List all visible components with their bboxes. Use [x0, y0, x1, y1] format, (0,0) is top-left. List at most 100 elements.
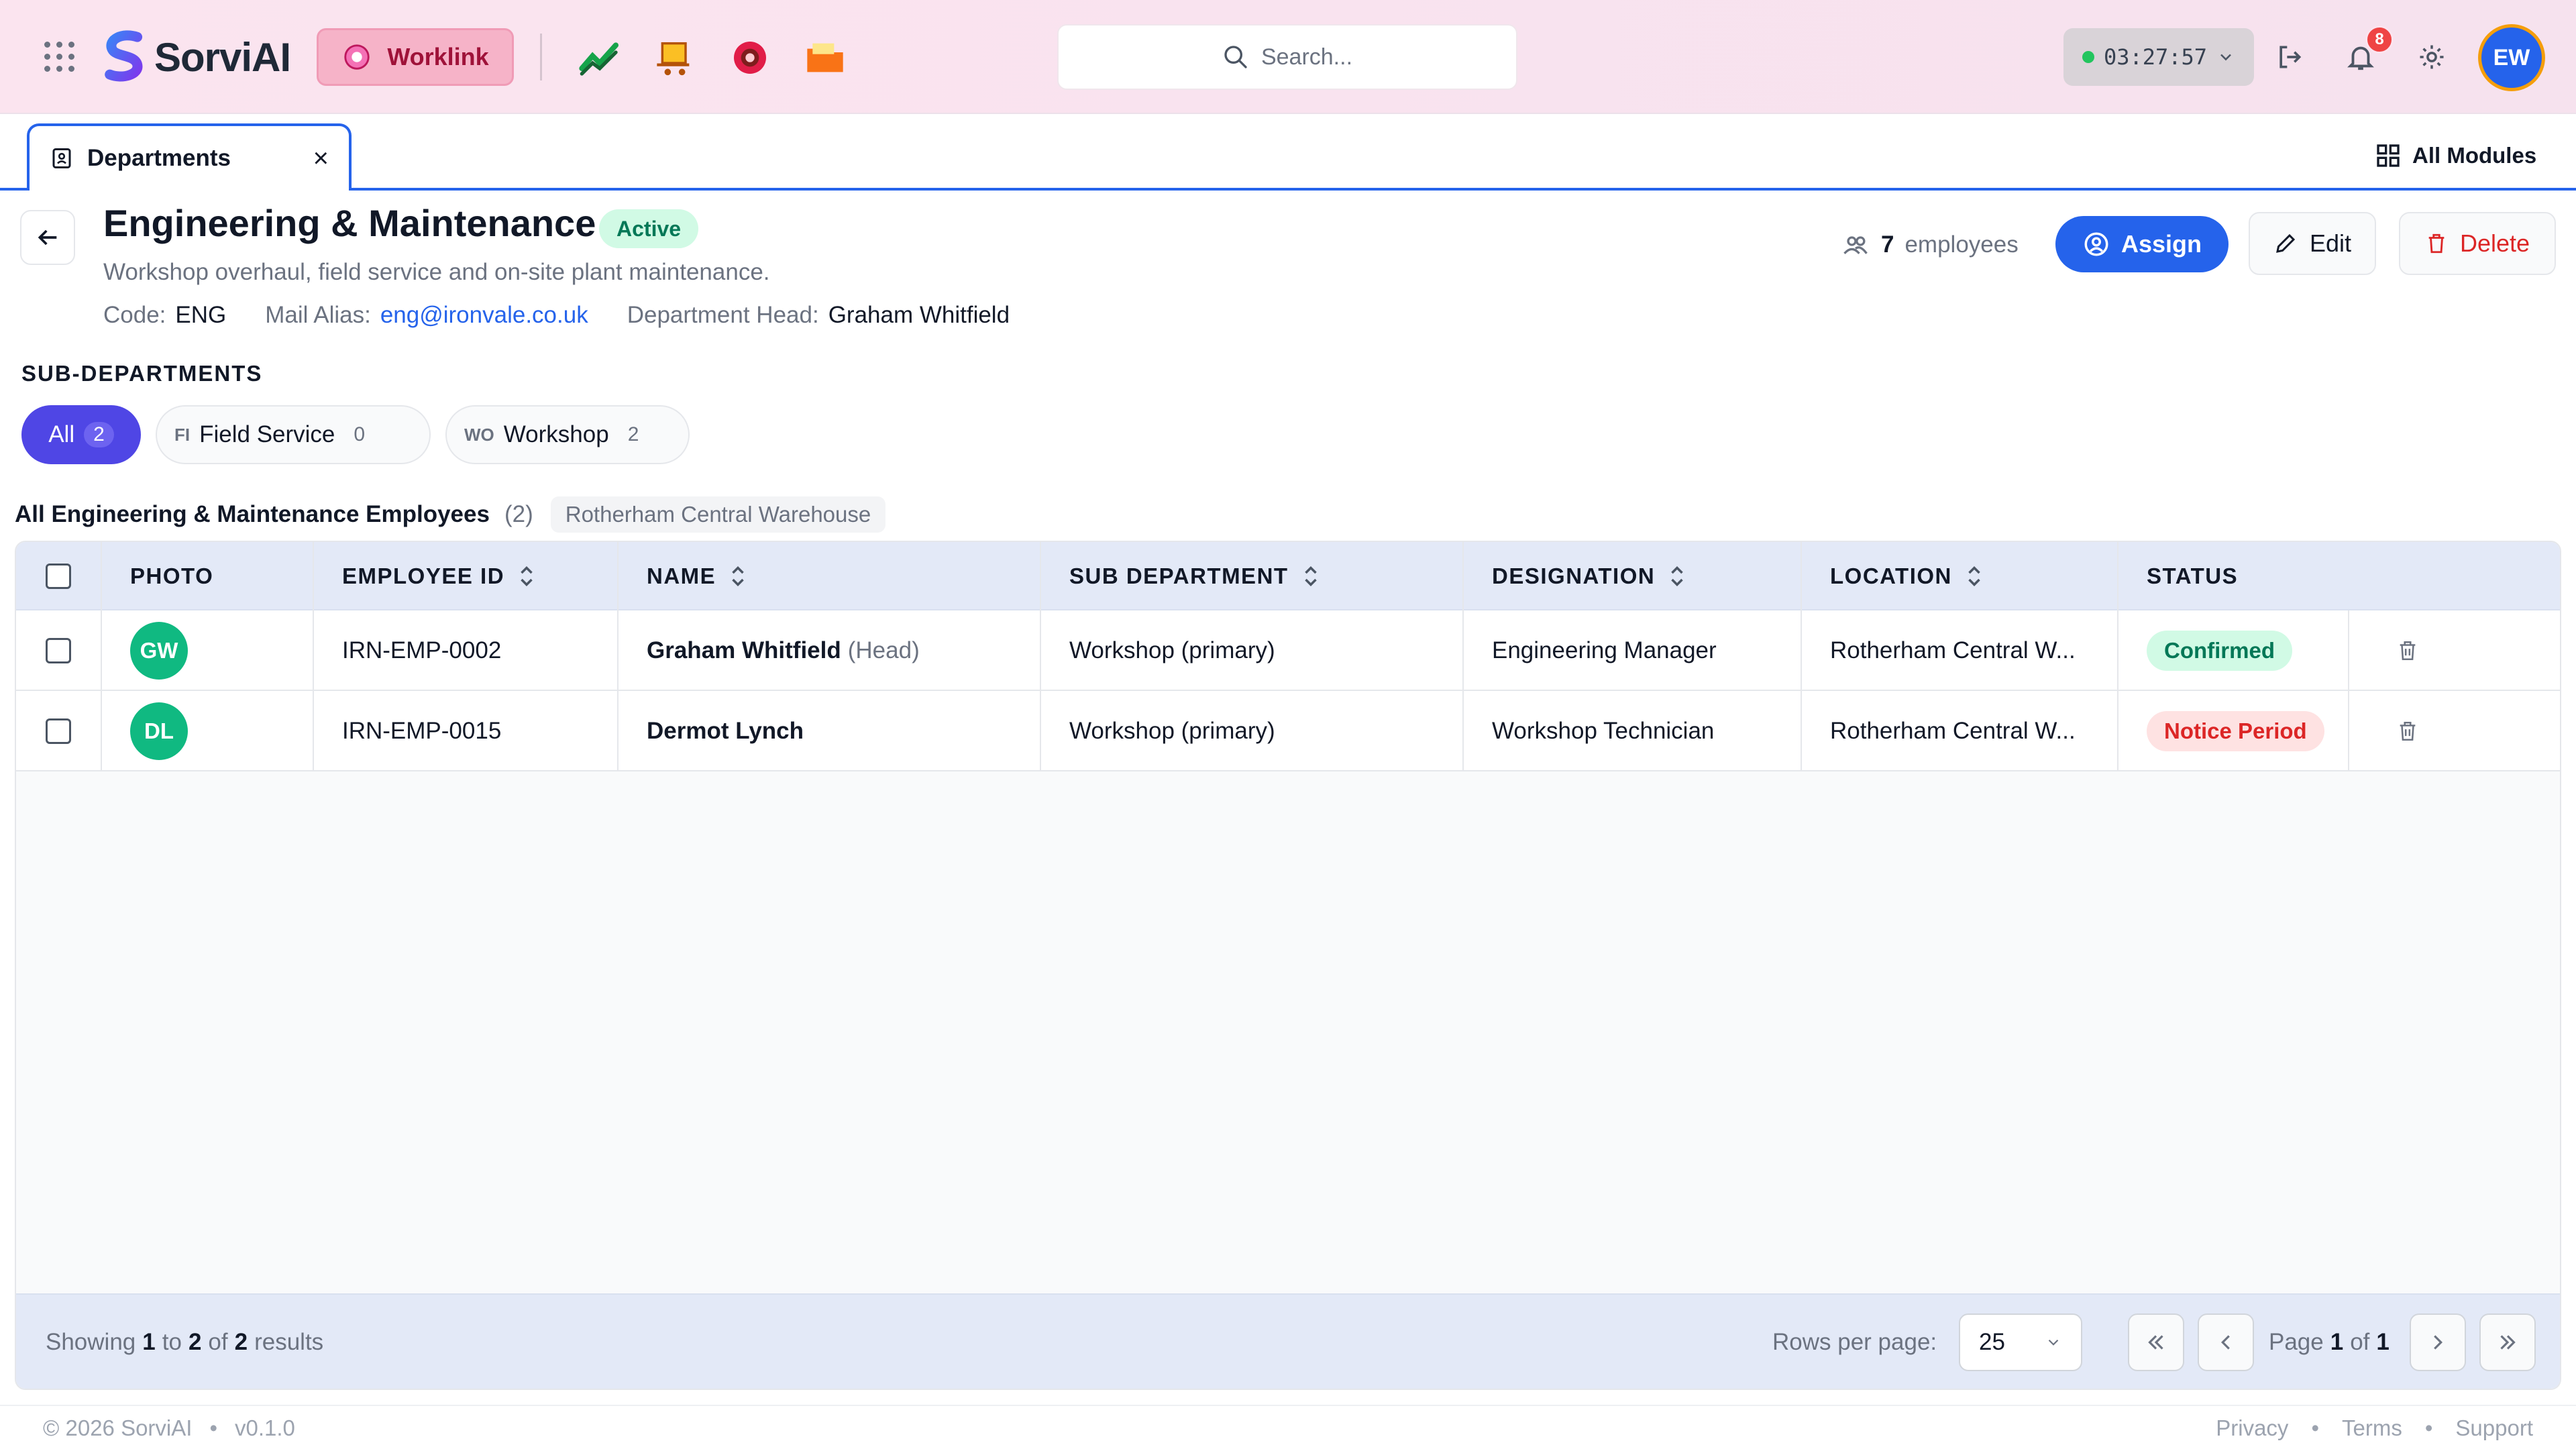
tab-label: Departments: [87, 145, 231, 171]
gear-icon[interactable]: [2414, 39, 2450, 75]
showing-label: Showing: [46, 1329, 136, 1355]
footer-dot: •: [2311, 1415, 2319, 1440]
chevron-down-icon: [2048, 1339, 2059, 1346]
notification-badge: 8: [2365, 25, 2394, 54]
trash-icon: [2428, 233, 2445, 254]
col-sub-department[interactable]: SUB DEPARTMENT: [1069, 542, 1321, 610]
row-delete-button[interactable]: [2396, 610, 2419, 691]
select-all-checkbox[interactable]: [46, 564, 71, 589]
sort-icon: [732, 566, 744, 586]
next-page-button[interactable]: [2410, 1313, 2466, 1371]
sub-department: Workshop (primary): [1069, 637, 1275, 663]
employee-count-value: 7: [1881, 231, 1894, 258]
gear-settings-app-icon[interactable]: [729, 36, 771, 79]
table-row[interactable]: DL IRN-EMP-0015 Dermot Lynch Workshop (p…: [16, 691, 2560, 771]
brand-logo[interactable]: SorviAI: [99, 30, 291, 85]
col-location[interactable]: LOCATION: [1830, 542, 1984, 610]
col-designation[interactable]: DESIGNATION: [1492, 542, 1687, 610]
column-divider: [1801, 542, 1802, 771]
user-avatar[interactable]: EW: [2478, 24, 2545, 91]
rows-per-page-value: 25: [1979, 1329, 2005, 1355]
brand-name: SorviAI: [154, 34, 291, 80]
chip-count: 2: [84, 422, 114, 447]
logout-icon[interactable]: [2271, 39, 2308, 75]
session-timer[interactable]: 03:27:57: [2063, 28, 2254, 86]
first-page-button[interactable]: [2128, 1313, 2184, 1371]
page-indicator: Page 1 of 1: [2269, 1295, 2390, 1389]
col-employee-id[interactable]: EMPLOYEE ID: [342, 542, 537, 610]
tab-departments[interactable]: Departments ×: [27, 123, 352, 191]
search-input[interactable]: Search...: [1261, 44, 1352, 70]
employee-table: PHOTO EMPLOYEE ID NAME SUB DEPARTMENT DE…: [15, 541, 2561, 1390]
search-bar[interactable]: Search...: [1057, 24, 1517, 90]
back-button[interactable]: [20, 210, 75, 265]
table-header: PHOTO EMPLOYEE ID NAME SUB DEPARTMENT DE…: [16, 542, 2560, 610]
chip-abbr: WO: [464, 424, 494, 445]
row-delete-button[interactable]: [2396, 691, 2419, 771]
avatar: GW: [130, 622, 188, 680]
page-value: 1: [2330, 1329, 2344, 1355]
trend-icon[interactable]: [578, 36, 621, 79]
edit-button[interactable]: Edit: [2249, 212, 2376, 275]
prev-page-button[interactable]: [2198, 1313, 2254, 1371]
people-icon: [1843, 236, 1868, 254]
chevron-down-icon: [2220, 54, 2231, 61]
location-chip[interactable]: Rotherham Central Warehouse: [550, 496, 886, 533]
folder-icon[interactable]: [804, 36, 847, 79]
worklink-module-button[interactable]: Worklink: [317, 28, 514, 86]
col-label: NAME: [647, 564, 716, 588]
copyright: © 2026 SorviAI: [43, 1415, 193, 1440]
of-label: of: [208, 1329, 228, 1355]
status-badge: Confirmed: [2147, 631, 2292, 671]
last-page-button[interactable]: [2479, 1313, 2536, 1371]
privacy-link[interactable]: Privacy: [2216, 1415, 2288, 1441]
chip-count: 2: [627, 423, 639, 445]
apps-grid-icon[interactable]: [44, 42, 75, 72]
mail-label: Mail Alias:: [265, 302, 371, 328]
timer-value: 03:27:57: [2103, 44, 2208, 70]
subdepartments-heading: SUB-DEPARTMENTS: [21, 361, 263, 386]
employee-name[interactable]: Dermot Lynch: [647, 691, 810, 771]
employee-name[interactable]: Graham Whitfield (Head): [647, 610, 920, 691]
page-footer: © 2026 SorviAI • v0.1.0 Privacy • Terms …: [0, 1405, 2576, 1449]
chevrons-left-icon: [2148, 1335, 2163, 1350]
box-cart-icon[interactable]: [653, 36, 696, 79]
col-label: SUB DEPARTMENT: [1069, 564, 1289, 588]
support-link[interactable]: Support: [2455, 1415, 2533, 1441]
select-all-cell: [46, 542, 71, 610]
column-divider: [313, 542, 314, 771]
divider: [540, 34, 542, 80]
designation: Workshop Technician: [1492, 718, 1715, 744]
all-modules-button[interactable]: All Modules: [2375, 137, 2536, 174]
to-label: to: [162, 1329, 182, 1355]
footer-links: Privacy • Terms • Support: [2216, 1415, 2533, 1441]
status-badge: Active: [599, 209, 699, 248]
table-footer: Showing 1 to 2 of 2 results Rows per pag…: [16, 1293, 2560, 1389]
delete-button[interactable]: Delete: [2399, 212, 2556, 275]
trash-icon: [2400, 721, 2416, 741]
col-label: LOCATION: [1830, 564, 1952, 588]
row-checkbox[interactable]: [46, 638, 71, 663]
chip-workshop[interactable]: WO Workshop 2: [445, 405, 690, 464]
chip-label: Workshop: [503, 421, 609, 447]
pencil-icon: [2276, 233, 2296, 253]
assign-button[interactable]: Assign: [2055, 216, 2229, 272]
back-arrow-icon: [38, 229, 57, 246]
name-text: Graham Whitfield: [647, 637, 841, 663]
delete-label: Delete: [2459, 229, 2530, 257]
all-modules-label: All Modules: [2412, 143, 2537, 168]
chip-all[interactable]: All 2: [21, 405, 141, 464]
chip-count: 0: [354, 423, 366, 445]
rows-per-page-select[interactable]: 25: [1959, 1313, 2082, 1371]
row-checkbox[interactable]: [46, 718, 71, 744]
mail-link[interactable]: eng@ironvale.co.uk: [380, 302, 588, 329]
close-icon[interactable]: ×: [313, 144, 329, 174]
col-label: DESIGNATION: [1492, 564, 1656, 588]
avatar: DL: [130, 702, 188, 760]
terms-link[interactable]: Terms: [2342, 1415, 2402, 1441]
chip-field-service[interactable]: FI Field Service 0: [156, 405, 431, 464]
table-row[interactable]: GW IRN-EMP-0002 Graham Whitfield (Head) …: [16, 610, 2560, 691]
assign-icon: [2084, 232, 2108, 256]
col-name[interactable]: NAME: [647, 542, 748, 610]
col-photo: PHOTO: [130, 542, 213, 610]
